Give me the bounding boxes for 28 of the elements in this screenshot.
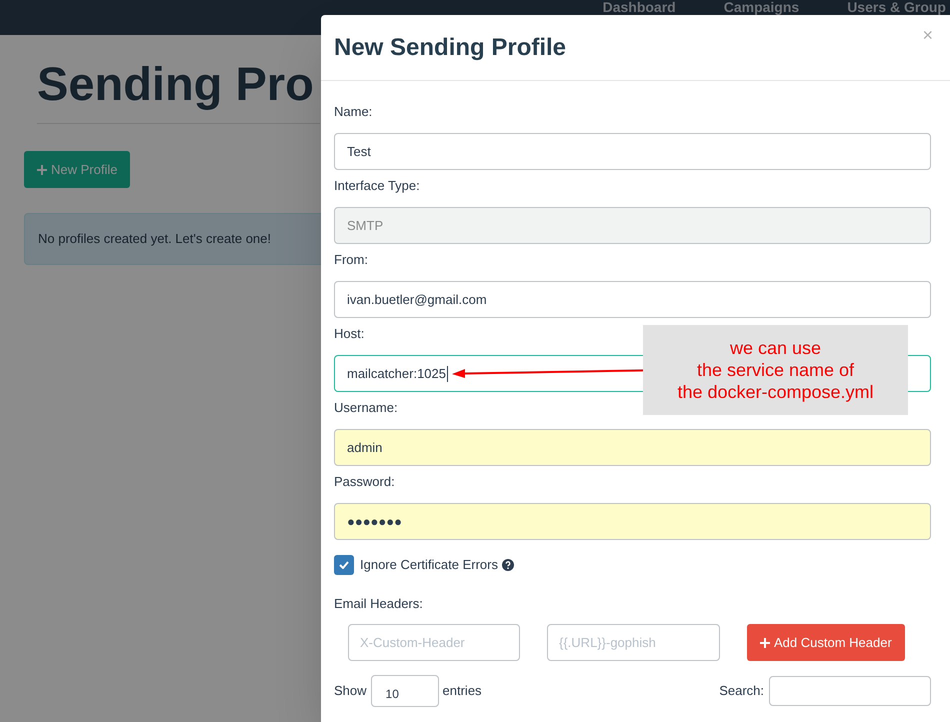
input-field[interactable]: {{.URL}}-gophish [547,624,720,661]
input-field[interactable]: Test [334,133,931,170]
plus-icon [760,638,770,648]
input-field[interactable]: ivan.buetler@gmail.com [334,281,931,318]
modal-title: New Sending Profile [334,32,566,62]
field-label: Host: [334,325,366,343]
add-header-button[interactable]: Add Custom Header [747,624,905,661]
show-label: Show [334,682,367,700]
entries-label: entries [442,682,482,700]
page-title: Sending Pro [37,56,314,112]
field-label: From: [334,251,369,269]
length-select[interactable]: 10 [370,675,439,707]
checkbox[interactable] [334,555,354,575]
search-label: Search: [719,682,764,700]
plus-icon [37,164,47,174]
input-field[interactable]: admin [334,429,931,466]
field-label: Password: [334,473,396,491]
section-label: Email Headers: [334,595,424,613]
field-label: Name: [334,103,374,121]
field-label: Username: [334,399,399,417]
help-icon[interactable] [502,559,514,571]
search-field[interactable] [769,676,931,706]
checkbox-label: Ignore Certificate Errors [360,556,498,574]
check-icon [339,561,349,569]
input-field[interactable]: X-Custom-Header [348,624,520,661]
field-label: Interface Type: [334,177,421,195]
input-field[interactable]: ●●●●●●● [334,503,931,540]
alert-text: No profiles created yet. Let's create one! [38,230,271,248]
